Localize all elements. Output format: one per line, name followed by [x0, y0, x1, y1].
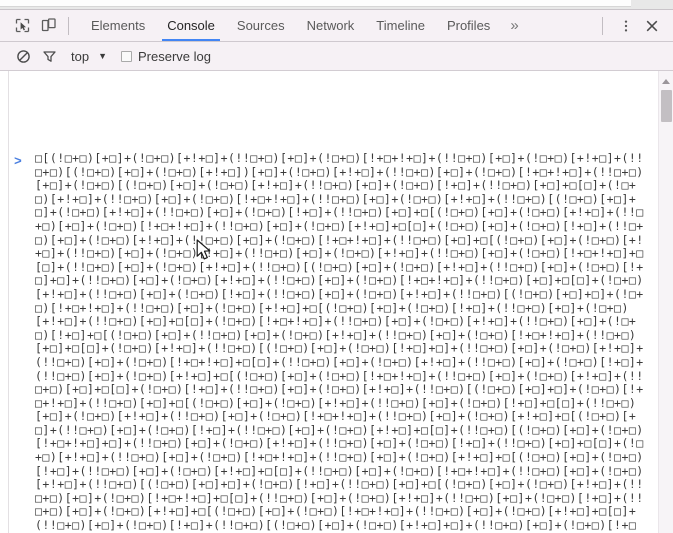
filter-button[interactable]: [36, 43, 62, 69]
devtools-tabbar: Elements Console Sources Network Timelin…: [0, 10, 673, 42]
devtools-panel: Elements Console Sources Network Timelin…: [0, 9, 673, 533]
device-toolbar-icon: [41, 18, 56, 32]
devtools-screenshot: Elements Console Sources Network Timelin…: [0, 0, 673, 533]
context-dropdown-caret[interactable]: ▼: [98, 51, 107, 61]
tab-elements[interactable]: Elements: [80, 10, 156, 41]
tab-profiles[interactable]: Profiles: [436, 10, 501, 41]
more-vertical-icon: [624, 19, 628, 32]
close-icon: [646, 20, 658, 31]
filter-icon: [42, 50, 56, 62]
console-scrollbar[interactable]: [658, 71, 673, 533]
console-filter-toolbar: top ▼ Preserve log: [0, 42, 673, 71]
clear-console-icon: [16, 49, 30, 63]
tab-label: Elements: [91, 18, 146, 33]
browser-viewport-edge: [0, 0, 673, 9]
scroll-up-arrow-icon: [662, 78, 670, 84]
console-prompt-chevron: >: [14, 154, 22, 169]
tab-console[interactable]: Console: [156, 10, 226, 41]
preserve-log-label: Preserve log: [138, 48, 211, 64]
main-menu-button[interactable]: [613, 13, 639, 39]
tab-label: Console: [167, 18, 215, 33]
clear-console-button[interactable]: [10, 43, 36, 69]
panel-tabs: Elements Console Sources Network Timelin…: [80, 10, 528, 41]
scrollbar-thumb[interactable]: [661, 90, 672, 122]
close-devtools-button[interactable]: [639, 13, 665, 39]
toolbar-divider: [68, 16, 69, 35]
scroll-up-button[interactable]: [659, 75, 673, 87]
tab-label: Sources: [236, 18, 285, 33]
page-content-strip: [0, 0, 631, 7]
tab-label: Network: [306, 18, 355, 33]
device-toolbar-button[interactable]: [35, 13, 61, 39]
execution-context-selector[interactable]: top: [71, 49, 89, 64]
console-gutter-divider: [8, 71, 9, 533]
inspect-element-button[interactable]: [9, 13, 35, 39]
tab-label: Profiles: [446, 18, 491, 33]
tabbar-right-tools: [598, 10, 673, 41]
preserve-log-toggle[interactable]: Preserve log: [121, 49, 211, 64]
more-tabs-button[interactable]: »: [501, 10, 527, 41]
tab-sources[interactable]: Sources: [226, 10, 296, 41]
preserve-log-checkbox[interactable]: [121, 50, 132, 62]
toolbar-divider-right: [602, 16, 603, 35]
execution-context-label: top: [71, 48, 90, 64]
console-message-entry: □[(!□+□)[+□]+(!□+□)[+!+□]+(!!□+□)[+□]+(!…: [35, 152, 644, 533]
chevron-down-icon: ▼: [98, 51, 107, 61]
chevron-double-right-icon: »: [510, 17, 519, 34]
tabbar-left-tools: [0, 10, 76, 41]
tab-label: Timeline: [376, 18, 425, 33]
console-messages-area[interactable]: > □[(!□+□)[+□]+(!□+□)[+!+□]+(!!□+□)[+□]+…: [0, 71, 673, 533]
tab-timeline[interactable]: Timeline: [365, 10, 436, 41]
inspect-element-icon: [15, 18, 29, 33]
tab-network[interactable]: Network: [296, 10, 366, 41]
